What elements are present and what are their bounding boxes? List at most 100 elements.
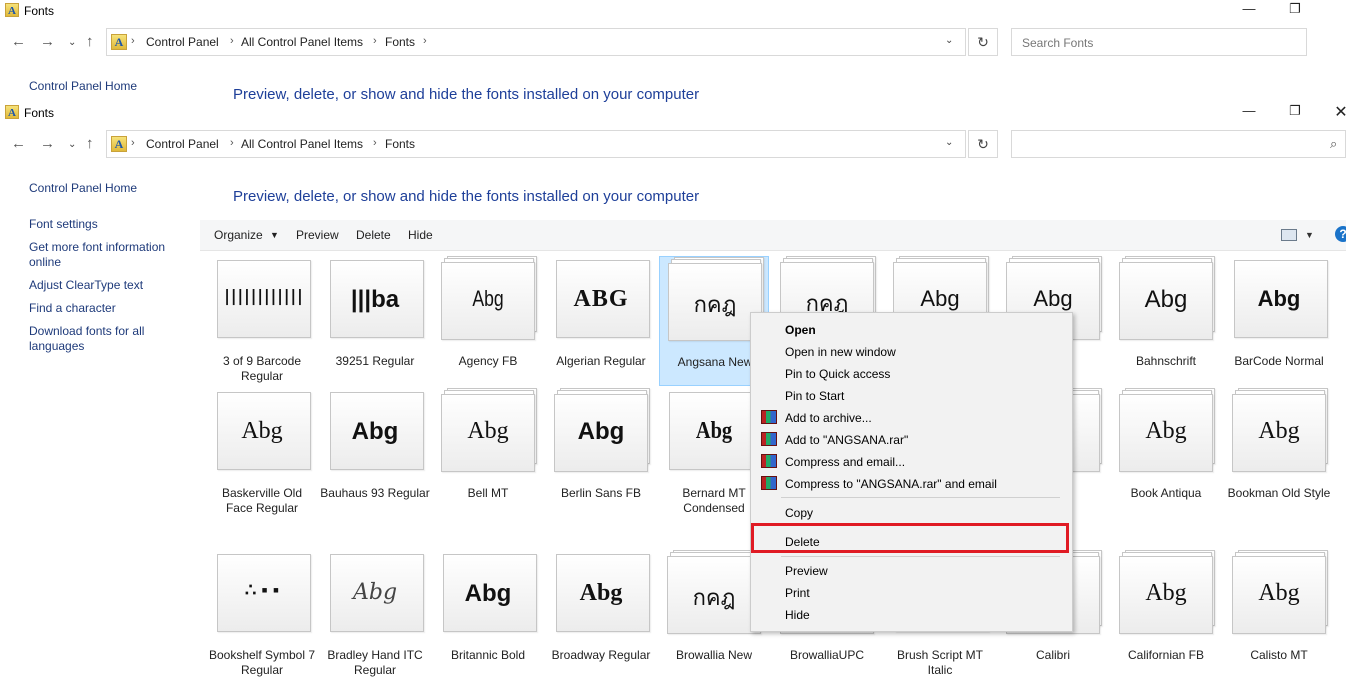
font-tile[interactable]: Abg Bahnschrift (1111, 256, 1221, 386)
font-tile[interactable]: |||ba 39251 Regular (320, 256, 430, 386)
sidebar-item-download-fonts[interactable]: Download fonts for all languages (29, 324, 169, 354)
minimize-button[interactable]: — (1234, 103, 1264, 118)
menu-item-compress-email[interactable]: Compress and email... (785, 455, 905, 469)
font-name-label: Bradley Hand ITC Regular (327, 648, 423, 677)
menu-item-open-new-window[interactable]: Open in new window (785, 345, 896, 359)
address-dropdown-chevron-icon[interactable]: ⌄ (945, 35, 953, 46)
delete-button[interactable]: Delete (356, 228, 391, 242)
back-arrow-icon[interactable]: ← (11, 135, 26, 152)
up-arrow-icon[interactable]: ↑ (86, 33, 94, 50)
breadcrumb-separator-icon: › (131, 35, 135, 47)
winrar-icon (761, 454, 777, 468)
font-tile[interactable]: Abg Bauhaus 93 Regular (320, 388, 430, 518)
font-tile[interactable]: Abg Bradley Hand ITC Regular (320, 550, 430, 680)
help-icon[interactable]: ? (1335, 226, 1346, 242)
font-preview-glyph: Abg (920, 286, 960, 311)
search-box[interactable]: ⌕ (1011, 130, 1346, 158)
close-button[interactable]: ✕ (1326, 102, 1346, 122)
sidebar-item-more-font-info[interactable]: Get more font information online (29, 240, 179, 270)
breadcrumb-control-panel[interactable]: Control Panel (146, 137, 219, 151)
hide-button[interactable]: Hide (408, 228, 433, 242)
font-name-label: Bookshelf Symbol 7 Regular (208, 648, 316, 677)
search-input[interactable] (1020, 35, 1274, 51)
menu-item-preview[interactable]: Preview (785, 564, 828, 578)
breadcrumb-fonts[interactable]: Fonts (385, 35, 415, 49)
menu-item-add-archive[interactable]: Add to archive... (785, 411, 872, 425)
view-dropdown-icon[interactable]: ▼ (1305, 230, 1314, 240)
breadcrumb-fonts[interactable]: Fonts (385, 137, 415, 151)
window-title: Fonts (24, 4, 55, 18)
menu-item-add-rar[interactable]: Add to "ANGSANA.rar" (785, 433, 908, 447)
menu-item-hide[interactable]: Hide (785, 608, 810, 622)
page-heading: Preview, delete, or show and hide the fo… (233, 188, 700, 205)
menu-item-open[interactable]: Open (785, 323, 816, 337)
forward-arrow-icon[interactable]: → (40, 33, 55, 50)
font-file-icon: กคฎ (668, 257, 764, 341)
font-tile[interactable]: |||||||||||| 3 of 9 Barcode Regular (207, 256, 317, 386)
forward-arrow-icon[interactable]: → (40, 135, 55, 152)
sidebar-control-panel-home-back[interactable]: Control Panel Home (29, 79, 137, 94)
up-arrow-icon[interactable]: ↑ (86, 135, 94, 152)
search-input[interactable] (1020, 137, 1274, 153)
font-tile[interactable]: Abg Berlin Sans FB (546, 388, 656, 518)
fonts-folder-icon: A (111, 34, 127, 50)
address-bar[interactable]: A › Control Panel › All Control Panel It… (106, 28, 966, 56)
breadcrumb-all-items[interactable]: All Control Panel Items (241, 35, 363, 49)
back-arrow-icon[interactable]: ← (11, 33, 26, 50)
organize-dropdown-icon[interactable]: ▼ (270, 230, 279, 240)
font-tile[interactable]: Abg Bell MT (433, 388, 543, 518)
view-options-icon[interactable] (1281, 229, 1297, 241)
refresh-button[interactable]: ↻ (968, 130, 998, 158)
breadcrumb-separator-icon: › (373, 137, 377, 149)
font-name-label: Browallia New (675, 648, 753, 662)
font-name-label: Bahnschrift (1135, 354, 1197, 368)
font-tile[interactable]: ABG Algerian Regular (546, 256, 656, 386)
breadcrumb-separator-icon: › (423, 35, 427, 47)
address-dropdown-chevron-icon[interactable]: ⌄ (945, 137, 953, 148)
font-tile[interactable]: Abg Californian FB (1111, 550, 1221, 680)
menu-item-copy[interactable]: Copy (785, 506, 813, 520)
sidebar-item-font-settings[interactable]: Font settings (29, 217, 98, 232)
search-icon[interactable]: ⌕ (1330, 136, 1337, 152)
preview-button[interactable]: Preview (296, 228, 339, 242)
sidebar-item-cleartype[interactable]: Adjust ClearType text (29, 278, 143, 293)
sidebar-item-find-character[interactable]: Find a character (29, 301, 116, 316)
font-tile[interactable]: Abg Britannic Bold (433, 550, 543, 680)
font-tile[interactable]: ∴ ▪ ▪ Bookshelf Symbol 7 Regular (207, 550, 317, 680)
breadcrumb-control-panel[interactable]: Control Panel (146, 35, 219, 49)
refresh-button[interactable]: ↻ (968, 28, 998, 56)
menu-item-pin-quick-access[interactable]: Pin to Quick access (785, 367, 890, 381)
menu-item-print[interactable]: Print (785, 586, 810, 600)
organize-button[interactable]: Organize (214, 228, 263, 242)
font-tile[interactable]: Abg Bookman Old Style (1224, 388, 1334, 518)
window-title: Fonts (24, 106, 55, 120)
recent-locations-chevron-icon[interactable]: ⌄ (68, 37, 76, 48)
font-name-label: Algerian Regular (556, 354, 646, 368)
font-name-label: Baskerville Old Face Regular (221, 486, 303, 515)
sidebar-item-control-panel-home[interactable]: Control Panel Home (29, 181, 137, 196)
font-name-label: Bell MT (467, 486, 509, 500)
menu-item-delete[interactable]: Delete (785, 535, 820, 549)
font-file-icon: Abg (1119, 550, 1215, 634)
address-bar[interactable]: A › Control Panel › All Control Panel It… (106, 130, 966, 158)
breadcrumb-separator-icon: › (230, 35, 234, 47)
winrar-icon (761, 476, 777, 490)
restore-button[interactable]: ❐ (1280, 103, 1310, 119)
font-tile[interactable]: Abg Book Antiqua (1111, 388, 1221, 518)
font-tile[interactable]: Abg Calisto MT (1224, 550, 1334, 680)
minimize-button[interactable]: — (1234, 1, 1264, 16)
search-box[interactable] (1011, 28, 1307, 56)
menu-item-pin-start[interactable]: Pin to Start (785, 389, 844, 403)
breadcrumb-all-items[interactable]: All Control Panel Items (241, 137, 363, 151)
font-preview-glyph: Abg (1257, 286, 1301, 311)
font-tile[interactable]: Abg BarCode Normal (1224, 256, 1334, 386)
font-preview-glyph: ∴ ▪ ▪ (244, 580, 280, 600)
restore-button[interactable]: ❐ (1280, 1, 1310, 17)
font-tile[interactable]: Abg Agency FB (433, 256, 543, 386)
font-preview-glyph: Abg (1145, 418, 1187, 444)
font-tile[interactable]: Abg Baskerville Old Face Regular (207, 388, 317, 518)
font-tile[interactable]: Abg Broadway Regular (546, 550, 656, 680)
menu-item-compress-rar-email[interactable]: Compress to "ANGSANA.rar" and email (785, 477, 997, 491)
font-name-label: Bauhaus 93 Regular (320, 486, 430, 500)
recent-locations-chevron-icon[interactable]: ⌄ (68, 139, 76, 150)
